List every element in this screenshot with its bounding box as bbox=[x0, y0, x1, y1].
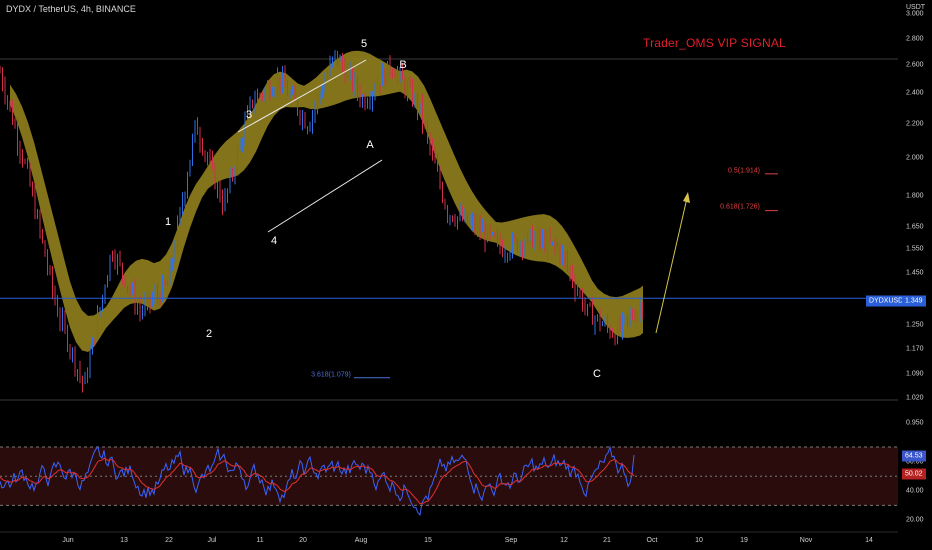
wave-label-1: 1 bbox=[164, 216, 172, 228]
wave-label-2: 2 bbox=[205, 328, 213, 340]
date-tick-label: 21 bbox=[603, 537, 611, 544]
price-tick-label: 2.400 bbox=[906, 89, 924, 97]
projection-arrow-line bbox=[655, 197, 688, 334]
wave-label-b: B bbox=[399, 59, 407, 71]
date-tick-label: 19 bbox=[740, 537, 748, 544]
wave-label-4: 4 bbox=[270, 235, 278, 247]
wave-label-5: 5 bbox=[360, 38, 368, 50]
date-tick-label: Sep bbox=[504, 537, 518, 544]
watermark-text: Trader_OMS VIP SIGNAL bbox=[643, 36, 786, 50]
wave-label-c: C bbox=[593, 368, 601, 380]
chart-canvas[interactable] bbox=[0, 0, 932, 550]
oscillator-value-badge: 64.53 bbox=[902, 450, 926, 462]
price-tick-label: 1.170 bbox=[906, 345, 924, 353]
date-tick-label: Oct bbox=[646, 537, 658, 544]
date-tick-label: 11 bbox=[256, 537, 264, 544]
projection-arrow-head bbox=[683, 192, 690, 203]
rsi-band bbox=[0, 447, 898, 506]
date-tick-label: 12 bbox=[560, 537, 568, 544]
price-tick-label: 2.800 bbox=[906, 35, 924, 43]
fib-label-05: 0.5(1.914) bbox=[728, 167, 760, 175]
price-tick-label: 1.250 bbox=[906, 321, 924, 329]
price-tick-label: 1.650 bbox=[906, 223, 924, 231]
price-tick-label: 0.950 bbox=[906, 419, 924, 427]
price-tick-label: 2.600 bbox=[906, 61, 924, 69]
date-tick-label: 13 bbox=[120, 537, 128, 544]
fib-label-0618: 0.618(1.726) bbox=[720, 203, 760, 211]
price-tick-label: 1.800 bbox=[906, 192, 924, 200]
price-tick-label: 1.090 bbox=[906, 370, 924, 378]
price-tick-label: 1.020 bbox=[906, 394, 924, 402]
wave-label-a: A bbox=[366, 139, 374, 151]
date-tick-label: 22 bbox=[165, 537, 173, 544]
date-tick-label: Aug bbox=[354, 537, 368, 544]
date-tick-label: 20 bbox=[299, 537, 307, 544]
date-tick-label: Jul bbox=[207, 537, 217, 544]
price-tick-label: 1.450 bbox=[906, 269, 924, 277]
wave-channel-lower bbox=[267, 159, 383, 233]
chart-screen: DYDX / TetherUS, 4h, BINANCE Trader_OMS … bbox=[0, 0, 932, 550]
oscillator-tick-label: 20.00 bbox=[906, 516, 924, 524]
ichimoku-cloud bbox=[10, 50, 643, 353]
date-tick-label: Nov bbox=[799, 537, 813, 544]
oscillator-signal-badge: 50.02 bbox=[902, 468, 926, 480]
date-tick-label: Jun bbox=[62, 537, 74, 544]
oscillator-tick-label: 40.00 bbox=[906, 487, 924, 495]
wave-label-3: 3 bbox=[245, 109, 253, 121]
fib-label-3618: 3.618(1.079) bbox=[311, 371, 351, 379]
date-tick-label: 14 bbox=[865, 537, 873, 544]
price-tick-label: 1.550 bbox=[906, 245, 924, 253]
price-tick-label: 2.200 bbox=[906, 120, 924, 128]
date-tick-label: 15 bbox=[424, 537, 432, 544]
price-tick-label: 2.000 bbox=[906, 154, 924, 162]
symbol-header[interactable]: DYDX / TetherUS, 4h, BINANCE bbox=[6, 4, 136, 14]
date-tick-label: 10 bbox=[695, 537, 703, 544]
last-price-badge: 1.349 bbox=[902, 295, 926, 307]
price-tick-label: 3.000 bbox=[906, 10, 924, 18]
